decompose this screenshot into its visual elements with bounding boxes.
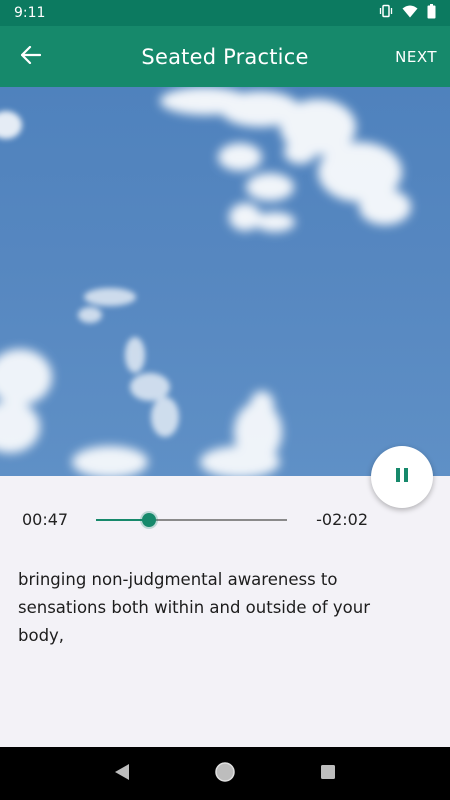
sky-image [0, 87, 450, 476]
back-button[interactable] [12, 38, 50, 76]
meditation-caption: bringing non-judgmental awareness to sen… [18, 570, 371, 645]
status-time: 9:11 [14, 5, 46, 21]
elapsed-time: 00:47 [22, 510, 69, 529]
recents-square-icon [320, 764, 336, 784]
player-panel: 00:47 -02:02 bringing non-judgmental awa… [0, 476, 450, 747]
system-recents-button[interactable] [308, 754, 348, 794]
remaining-time: -02:02 [316, 510, 368, 529]
system-home-button[interactable] [205, 754, 245, 794]
status-icons [379, 3, 436, 23]
pause-button[interactable] [371, 446, 433, 508]
system-back-button[interactable] [102, 754, 142, 794]
home-circle-icon [214, 761, 236, 787]
status-bar: 9:11 [0, 0, 450, 26]
seek-bar-thumb[interactable] [142, 513, 157, 527]
back-triangle-icon [114, 763, 130, 785]
wifi-icon [402, 5, 418, 22]
battery-icon [427, 3, 436, 23]
vibrate-icon [379, 4, 393, 22]
next-button[interactable]: NEXT [395, 26, 437, 87]
arrow-left-icon [20, 45, 42, 68]
system-nav-bar [0, 747, 450, 800]
seek-bar[interactable] [96, 513, 287, 527]
pause-icon [395, 467, 409, 487]
app-bar: Seated Practice NEXT [0, 26, 450, 87]
page-title: Seated Practice [141, 44, 309, 69]
seek-bar-progress [96, 519, 150, 521]
